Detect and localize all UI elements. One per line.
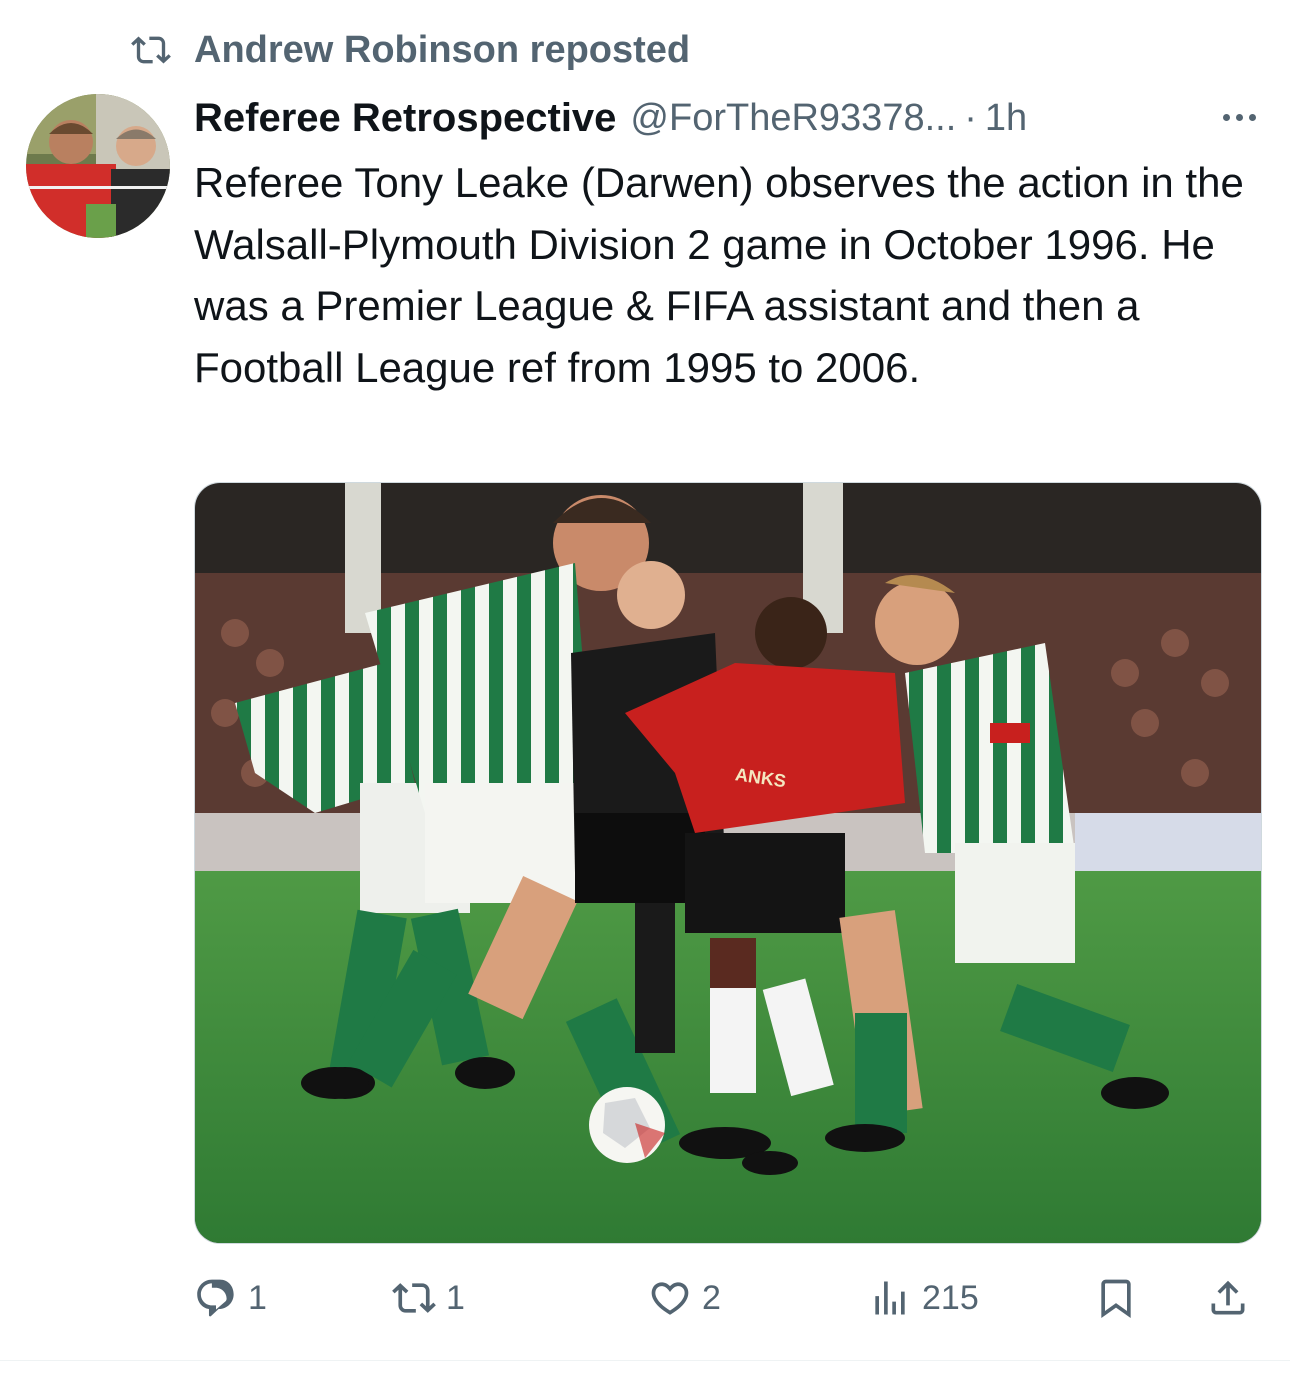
bookmark-icon [1101,1279,1131,1319]
repost-count: 1 [446,1278,465,1317]
heart-icon [651,1282,689,1315]
tweet-header: Referee Retrospective @ForTheR93378... ·… [194,92,1264,144]
timestamp[interactable]: 1h [985,97,1027,140]
divider [0,1360,1290,1361]
repost-label: Andrew Robinson reposted [194,28,691,71]
separator-dot: · [964,96,977,139]
repost-banner[interactable]: Andrew Robinson reposted [128,28,690,72]
author-name[interactable]: Referee Retrospective [194,96,616,141]
tweet-text: Referee Tony Leake (Darwen) observes the… [194,159,1244,391]
bookmark-button[interactable] [1094,1268,1138,1328]
football [589,1087,665,1163]
action-bar: 1 1 2 215 [0,1268,1290,1328]
repost-button[interactable]: 1 [392,1268,465,1328]
like-button[interactable]: 2 [648,1268,721,1328]
repost-icon [131,36,171,64]
more-options-icon[interactable] [1214,102,1264,132]
like-count: 2 [702,1278,721,1317]
share-icon [1211,1280,1245,1315]
reply-button[interactable]: 1 [194,1268,267,1328]
author-handle[interactable]: @ForTheR93378... [630,97,956,140]
analytics-icon [875,1281,905,1315]
view-count: 215 [922,1278,979,1317]
avatar[interactable] [26,94,170,238]
reply-count: 1 [248,1278,267,1317]
repost-icon [392,1283,436,1313]
tweet-photo[interactable]: ANKS [194,482,1262,1244]
share-button[interactable] [1206,1268,1250,1328]
views-button[interactable]: 215 [868,1268,979,1328]
reply-icon [197,1279,234,1317]
